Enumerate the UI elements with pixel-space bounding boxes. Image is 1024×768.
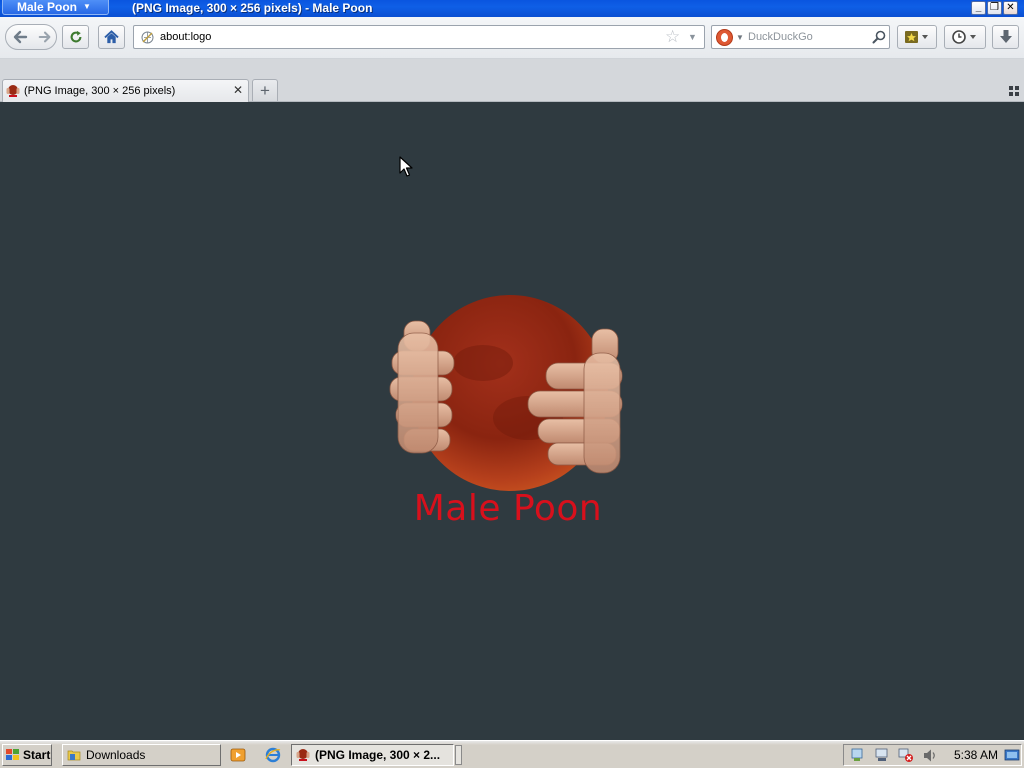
reload-icon [70,30,81,43]
system-tray: 5:38 AM [843,744,1022,766]
url-history-dropdown-icon[interactable]: ▼ [688,32,697,42]
favicon-icon [6,85,20,97]
show-desktop-icon[interactable] [1004,748,1020,763]
forward-arrow-icon [38,31,51,43]
duckduckgo-icon[interactable] [716,29,733,46]
favicon-icon [296,749,310,761]
navigation-toolbar: about:logo ☆ ▼ ▼ DuckDuckGo [0,17,1024,59]
mouse-cursor-icon [399,156,413,177]
volume-icon[interactable] [922,748,938,763]
bookmarks-menu-button[interactable] [897,25,937,49]
tab-png-image[interactable]: (PNG Image, 300 × 256 pixels) ✕ [2,79,249,102]
taskbar-item-downloads[interactable]: Downloads [62,744,221,766]
close-icon: ✕ [1006,2,1015,13]
internet-explorer-icon[interactable] [265,747,281,763]
back-button[interactable] [6,25,34,49]
window-title: (PNG Image, 300 × 256 pixels) - Male Poo… [132,1,373,15]
taskbar-scroll-button[interactable] [455,745,462,765]
minimize-button[interactable]: _ [971,1,986,15]
taskbar-item-label: (PNG Image, 300 × 2... [315,748,441,762]
minimize-icon: _ [975,2,982,13]
reload-button[interactable] [62,25,89,49]
app-menu-button[interactable]: Male Poon ▼ [2,0,109,15]
windows-logo-icon [6,749,19,760]
search-bar[interactable]: ▼ DuckDuckGo [711,25,890,49]
history-clock-icon [952,30,976,44]
chevron-down-icon[interactable]: ▼ [736,33,744,42]
history-menu-button[interactable] [944,25,986,49]
restore-icon: ❐ [990,2,999,13]
restore-button[interactable]: ❐ [987,1,1002,15]
bookmark-star-icon[interactable]: ☆ [665,28,680,46]
close-window-button[interactable]: ✕ [1003,1,1018,15]
new-tab-button[interactable]: + [252,79,278,101]
app-menu-label: Male Poon [17,0,78,14]
close-tab-icon[interactable]: ✕ [233,83,243,97]
tab-strip: (PNG Image, 300 × 256 pixels) ✕ + [0,59,1024,102]
start-button[interactable]: Start [2,744,52,766]
tray-network-error-icon[interactable] [898,748,914,763]
forward-button[interactable] [34,25,56,49]
tray-computer-icon[interactable] [874,748,890,763]
logo-text: Male Poon [413,488,603,529]
page-content: Male Poon [0,103,1024,740]
os-taskbar: Start Downloads (PNG Image, 300 × 2... 5… [0,740,1024,768]
site-identity-icon [141,31,154,44]
bookmarks-icon [905,31,928,43]
url-bar[interactable]: about:logo ☆ ▼ [133,25,705,49]
url-text: about:logo [160,31,212,43]
chevron-down-icon: ▼ [83,2,91,11]
plus-icon: + [260,80,270,100]
window-titlebar: Male Poon ▼ (PNG Image, 300 × 256 pixels… [0,0,1024,17]
start-label: Start [23,748,51,762]
downloads-button[interactable] [992,25,1019,49]
back-arrow-icon [13,30,28,44]
download-arrow-icon [999,30,1012,43]
folder-icon [67,750,81,761]
system-clock[interactable]: 5:38 AM [954,748,998,762]
tab-groups-icon[interactable] [1009,86,1019,96]
search-input[interactable]: DuckDuckGo [748,31,813,43]
home-button[interactable] [98,25,125,49]
taskbar-item-label: Downloads [86,748,146,762]
search-icon[interactable] [872,30,886,44]
taskbar-item-browser[interactable]: (PNG Image, 300 × 2... [291,744,454,766]
media-player-icon[interactable] [230,747,246,763]
tray-network-icon[interactable] [850,748,866,763]
home-icon [104,30,119,44]
back-forward-group [5,24,57,50]
tab-label: (PNG Image, 300 × 256 pixels) [24,85,176,97]
